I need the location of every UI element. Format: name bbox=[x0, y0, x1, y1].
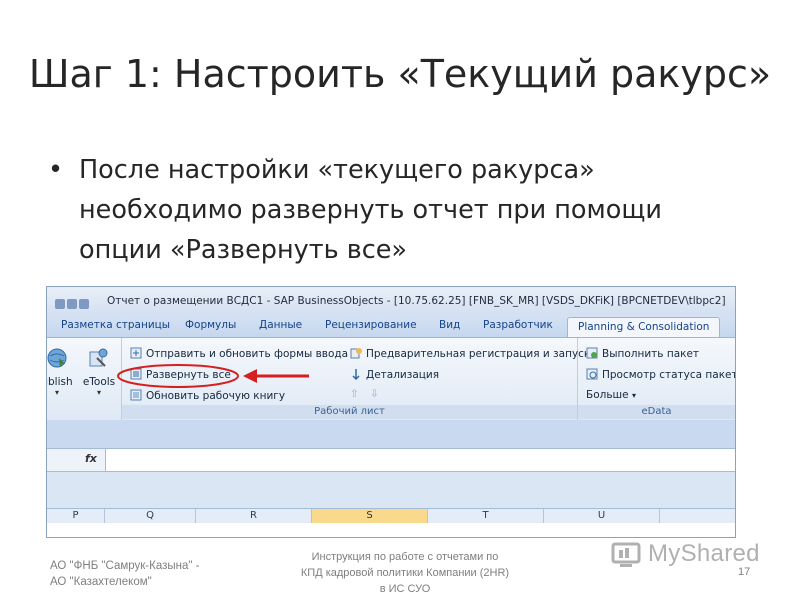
footer-organization: АО "ФНБ "Самрук-Казына" - АО "Казахтелек… bbox=[50, 558, 199, 590]
column-headers: P Q R S T U bbox=[47, 508, 735, 524]
sheet-area bbox=[47, 472, 735, 508]
formula-bar: fx bbox=[47, 449, 735, 472]
footer-left-line-2: АО "Казахтелеком" bbox=[50, 576, 152, 588]
footer-center-line-1: Инструкция по работе с отчетами по bbox=[311, 551, 499, 563]
ribbon-group-worksheet: Отправить и обновить формы ввода Разверн… bbox=[122, 338, 590, 420]
footer-center-line-3: в ИС СУО bbox=[379, 583, 431, 595]
tab-formulas[interactable]: Формулы bbox=[185, 319, 236, 331]
sheet-cells[interactable] bbox=[47, 523, 735, 537]
bullet-line-2: необходимо развернуть отчет при помощи bbox=[79, 195, 662, 225]
column-header-q[interactable]: Q bbox=[105, 509, 196, 523]
publish-dropdown-icon: ▾ bbox=[54, 388, 59, 397]
bullet-paragraph: • После настройки «текущего ракурса» нео… bbox=[48, 150, 768, 270]
bullet-line-3: опции «Развернуть все» bbox=[79, 235, 408, 265]
watermark-text: MyShared bbox=[648, 540, 760, 567]
drilldown-label: Детализация bbox=[366, 369, 440, 381]
more-dropdown[interactable]: Больше ▾ bbox=[586, 389, 636, 401]
publish-button[interactable]: ublish ▾ bbox=[47, 346, 75, 397]
view-package-status-button[interactable]: Просмотр статуса пакета bbox=[586, 368, 736, 381]
tab-review[interactable]: Рецензирование bbox=[325, 319, 417, 331]
drilldown-button[interactable]: Детализация bbox=[350, 368, 439, 381]
expand-all-icon bbox=[130, 368, 142, 380]
pre-registration-launch-button[interactable]: Предварительная регистрация и запуск bbox=[350, 347, 590, 360]
ribbon-panel: ublish ▾ eTools ▾ Отправить и обновить ф… bbox=[47, 338, 735, 421]
etools-icon bbox=[89, 348, 108, 367]
view-package-status-label: Просмотр статуса пакета bbox=[602, 369, 736, 381]
footer-left-line-1: АО "ФНБ "Самрук-Казына" - bbox=[50, 560, 200, 572]
arrow-down-icon: ⇩ bbox=[370, 388, 379, 400]
etools-label: eTools bbox=[82, 376, 116, 388]
refresh-workbook-label: Обновить рабочую книгу bbox=[146, 390, 286, 402]
footer-center-line-2: КПД кадровой политики Компании (2HR) bbox=[300, 567, 510, 579]
tab-view[interactable]: Вид bbox=[439, 319, 460, 331]
send-refresh-forms-button[interactable]: Отправить и обновить формы ввода bbox=[130, 347, 348, 360]
etools-button[interactable]: eTools ▾ bbox=[81, 346, 117, 397]
column-header-s[interactable]: S bbox=[312, 509, 428, 523]
footer-document-title: Инструкция по работе с отчетами по КПД к… bbox=[275, 549, 535, 597]
tab-page-layout[interactable]: Разметка страницы bbox=[61, 319, 170, 331]
tab-data[interactable]: Данные bbox=[259, 319, 302, 331]
view-package-status-icon bbox=[586, 368, 598, 380]
more-chevron-down-icon: ▾ bbox=[631, 391, 636, 400]
bullet-line-1: После настройки «текущего ракурса» bbox=[79, 155, 595, 185]
slide-title: Шаг 1: Настроить «Текущий ракурс» bbox=[28, 52, 772, 96]
pre-registration-icon bbox=[350, 348, 362, 359]
column-header-t[interactable]: T bbox=[428, 509, 544, 523]
column-header-u[interactable]: U bbox=[544, 509, 660, 523]
fx-icon[interactable]: fx bbox=[85, 452, 97, 465]
refresh-workbook-icon bbox=[130, 389, 142, 401]
quick-access-toolbar[interactable] bbox=[55, 294, 95, 309]
run-package-button[interactable]: Выполнить пакет bbox=[586, 347, 699, 360]
arrow-up-icon: ⇧ bbox=[350, 388, 359, 400]
tab-planning-consolidation[interactable]: Planning & Consolidation bbox=[567, 317, 721, 337]
toolbar-strip bbox=[47, 420, 735, 449]
pre-registration-launch-label: Предварительная регистрация и запуск bbox=[366, 348, 591, 360]
send-refresh-forms-label: Отправить и обновить формы ввода bbox=[146, 348, 349, 360]
more-label: Больше bbox=[586, 389, 629, 401]
window-title: Отчет о размещении ВСДС1 - SAP BusinessO… bbox=[107, 295, 726, 307]
refresh-workbook-button[interactable]: Обновить рабочую книгу bbox=[130, 389, 285, 402]
run-package-label: Выполнить пакет bbox=[602, 348, 700, 360]
etools-dropdown-icon: ▾ bbox=[96, 388, 101, 397]
excel-screenshot: Отчет о размещении ВСДС1 - SAP BusinessO… bbox=[46, 286, 736, 538]
ribbon-group-edata: Выполнить пакет Просмотр статуса пакета … bbox=[578, 338, 735, 420]
expand-all-label: Развернуть все bbox=[146, 369, 231, 381]
window-titlebar: Отчет о размещении ВСДС1 - SAP BusinessO… bbox=[47, 287, 735, 315]
globe-icon bbox=[47, 348, 67, 368]
bullet-marker: • bbox=[48, 155, 64, 185]
ribbon-tabs: Разметка страницы Формулы Данные Рецензи… bbox=[47, 315, 735, 338]
column-header-r[interactable]: R bbox=[196, 509, 312, 523]
drilldown-icon bbox=[352, 369, 360, 380]
send-refresh-icon bbox=[130, 347, 142, 359]
page-number: 17 bbox=[738, 566, 751, 578]
tab-developer[interactable]: Разработчик bbox=[483, 319, 553, 331]
column-header-p[interactable]: P bbox=[47, 509, 105, 523]
group-label-worksheet: Рабочий лист bbox=[122, 405, 577, 419]
group-label-edata: eData bbox=[578, 405, 735, 419]
name-box[interactable] bbox=[47, 449, 106, 471]
expand-all-button[interactable]: Развернуть все bbox=[130, 368, 231, 381]
publish-label: ublish bbox=[47, 376, 73, 388]
run-package-icon bbox=[586, 347, 598, 359]
ribbon-group-tools: ublish ▾ eTools ▾ bbox=[47, 338, 122, 420]
move-arrows: ⇧ ⇩ bbox=[350, 388, 379, 400]
watermark-logo-icon bbox=[611, 542, 641, 567]
